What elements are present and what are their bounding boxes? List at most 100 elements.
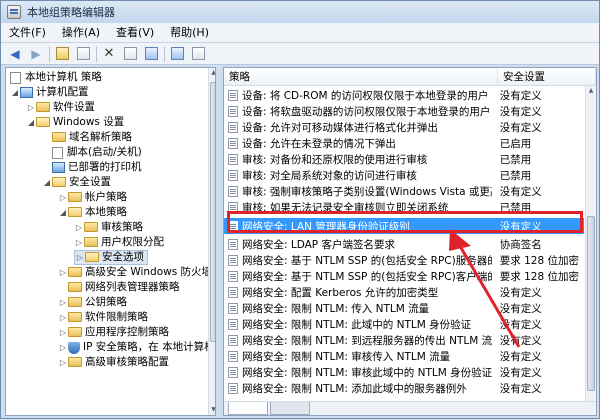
policy-setting: 没有定义 [499,302,542,315]
policy-icon [228,382,238,394]
tree-item-scripts[interactable]: 脚本(启动/关机) [42,145,142,160]
policy-row[interactable]: 网络安全: 限制 NTLM: 审核此域中的 NTLM 身份验证 没有定义 [224,364,584,380]
list-scrollbar[interactable]: ▲ ▼ [585,86,596,415]
policy-row[interactable]: 网络安全: 限制 NTLM: 传入 NTLM 流量 没有定义 [224,300,584,316]
folder-open-icon [85,251,99,262]
tab-extended[interactable] [228,402,268,415]
collapse-arrow-icon[interactable]: ◢ [42,175,52,190]
policy-setting: 已禁用 [499,153,532,166]
expand-arrow-icon[interactable]: ▷ [26,100,36,115]
expand-arrow-icon[interactable]: ▷ [58,190,68,205]
folder-icon [68,296,82,307]
policy-row[interactable]: 设备: 将软盘驱动器的访问权限仅限于本地登录的用户 没有定义 [224,103,584,119]
policy-row[interactable]: 网络安全: 基于 NTLM SSP 的(包括安全 RPC)服务器的最小... 要求… [224,252,584,268]
policy-icon [228,185,238,197]
policy-row[interactable]: 审核: 对全局系统对象的访问进行审核 已禁用 [224,167,584,183]
properties-icon[interactable] [122,46,138,62]
expand-arrow-icon[interactable]: ▷ [58,295,68,310]
policy-setting: 没有定义 [499,334,542,347]
column-header-setting[interactable]: 安全设置 [498,68,596,85]
tree-item-computer-config[interactable]: ◢ 计算机配置 [10,85,89,100]
expand-arrow-icon[interactable]: ▷ [58,310,68,325]
policy-name: 网络安全: 限制 NTLM: 到远程服务器的传出 NTLM 流量 [242,334,492,347]
scroll-up-icon[interactable]: ▲ [209,68,215,78]
scroll-up-icon[interactable]: ▲ [586,86,596,96]
policy-row[interactable]: 网络安全: 基于 NTLM SSP 的(包括安全 RPC)客户端的最小... 要求… [224,268,584,284]
tree-item-dns-policy[interactable]: 域名解析策略 [42,130,132,145]
policy-row[interactable]: 设备: 将 CD-ROM 的访问权限仅限于本地登录的用户 没有定义 [224,87,584,103]
tree-item-audit-policy[interactable]: ▷ 审核策略 [74,220,143,235]
policy-name: 网络安全: 基于 NTLM SSP 的(包括安全 RPC)客户端的最小... [242,270,492,283]
policy-row[interactable]: 网络安全: LDAP 客户端签名要求 协商签名 [224,236,584,252]
policy-row[interactable]: 审核: 强制审核策略子类别设置(Windows Vista 或更高版本... 没有… [224,183,584,199]
tree-item-security-options[interactable]: ▷ 安全选项 [74,250,148,265]
column-header-policy[interactable]: 策略 [224,68,498,85]
policy-row[interactable]: 设备: 允许在未登录的情况下弹出 已启用 [224,135,584,151]
folder-icon [68,326,82,337]
scroll-down-icon[interactable]: ▼ [209,405,215,415]
policy-name: 网络安全: 基于 NTLM SSP 的(包括安全 RPC)服务器的最小... [242,254,492,267]
folder-icon [84,221,98,232]
scroll-thumb[interactable] [587,216,595,391]
toolbar-separator [96,45,97,62]
policy-row[interactable]: 设备: 允许对可移动媒体进行格式化并弹出 没有定义 [224,119,584,135]
expand-arrow-icon[interactable]: ▷ [75,250,85,265]
tree-item-windows-settings[interactable]: ◢ Windows 设置 [26,115,124,130]
policy-setting: 已禁用 [499,169,532,182]
tree-item-ip-security[interactable]: ▷ IP 安全策略，在 本地计算机 [58,340,215,355]
tree-label: IP 安全策略，在 本地计算机 [83,341,215,353]
tree-label: 应用程序控制策略 [85,326,169,338]
tree-label: 高级安全 Windows 防火墙 [85,266,213,278]
tree-scrollbar[interactable]: ▲ ▼ [208,68,215,415]
collapse-arrow-icon[interactable]: ◢ [58,205,68,220]
tree-item-app-control[interactable]: ▷ 应用程序控制策略 [58,325,169,340]
policy-row[interactable]: 网络安全: 限制 NTLM: 审核传入 NTLM 流量 没有定义 [224,348,584,364]
up-folder-icon[interactable] [54,46,70,62]
policy-name: 设备: 将 CD-ROM 的访问权限仅限于本地登录的用户 [242,89,489,102]
menu-view[interactable]: 查看(V) [108,23,162,43]
policy-setting: 没有定义 [499,121,542,134]
policy-icon [228,302,238,314]
expand-arrow-icon[interactable]: ▷ [58,325,68,340]
expand-arrow-icon[interactable]: ▷ [74,220,84,235]
tree-item-software-restriction[interactable]: ▷ 软件限制策略 [58,310,148,325]
export-icon[interactable] [143,46,159,62]
tree-item-printers[interactable]: 已部署的打印机 [42,160,142,175]
policy-name: 设备: 允许在未登录的情况下弹出 [242,137,396,150]
policy-row[interactable]: 审核: 对备份和还原权限的使用进行审核 已禁用 [224,151,584,167]
forward-icon[interactable]: ▶ [28,46,44,62]
back-icon[interactable]: ◀ [7,46,23,62]
tree-label: 安全选项 [102,251,144,263]
menu-help[interactable]: 帮助(H) [162,23,217,43]
tree-item-software-settings[interactable]: ▷ 软件设置 [26,100,95,115]
policy-row[interactable]: 网络安全: 限制 NTLM: 到远程服务器的传出 NTLM 流量 没有定义 [224,332,584,348]
policy-row[interactable]: 网络安全: 限制 NTLM: 添加此域中的服务器例外 没有定义 [224,380,584,396]
expand-arrow-icon[interactable]: ▷ [74,235,84,250]
tree-item-network-list[interactable]: 网络列表管理器策略 [58,280,180,295]
tab-standard[interactable] [270,402,310,415]
tree-item-account-policy[interactable]: ▷ 帐户策略 [58,190,127,205]
tree-item-security-settings[interactable]: ◢ 安全设置 [42,175,111,190]
policy-setting: 没有定义 [499,318,542,331]
policy-row[interactable]: 网络安全: 限制 NTLM: 此域中的 NTLM 身份验证 没有定义 [224,316,584,332]
expand-arrow-icon[interactable]: ▷ [58,265,68,280]
expand-arrow-icon[interactable]: ▷ [58,340,68,355]
scroll-thumb[interactable] [210,82,215,342]
gpedit-app-icon [7,5,21,19]
show-tree-icon[interactable] [75,46,91,62]
tree-item-local-policy[interactable]: ◢ 本地策略 [58,205,127,220]
filter-icon[interactable] [190,46,206,62]
tree-item-public-key[interactable]: ▷ 公钥策略 [58,295,127,310]
tree-item-advanced-audit[interactable]: ▷ 高级审核策略配置 [58,355,169,370]
delete-icon[interactable]: ✕ [101,46,117,62]
policy-row[interactable]: 网络安全: 配置 Kerberos 允许的加密类型 没有定义 [224,284,584,300]
expand-arrow-icon[interactable]: ▷ [58,355,68,370]
collapse-arrow-icon[interactable]: ◢ [26,115,36,130]
help-icon[interactable] [169,46,185,62]
tree-root[interactable]: 本地计算机 策略 [10,70,102,85]
menu-action[interactable]: 操作(A) [54,23,108,43]
tree-item-firewall[interactable]: ▷ 高级安全 Windows 防火墙 [58,265,212,280]
tree-item-user-rights[interactable]: ▷ 用户权限分配 [74,235,164,250]
menu-file[interactable]: 文件(F) [1,23,54,43]
collapse-arrow-icon[interactable]: ◢ [10,85,20,100]
